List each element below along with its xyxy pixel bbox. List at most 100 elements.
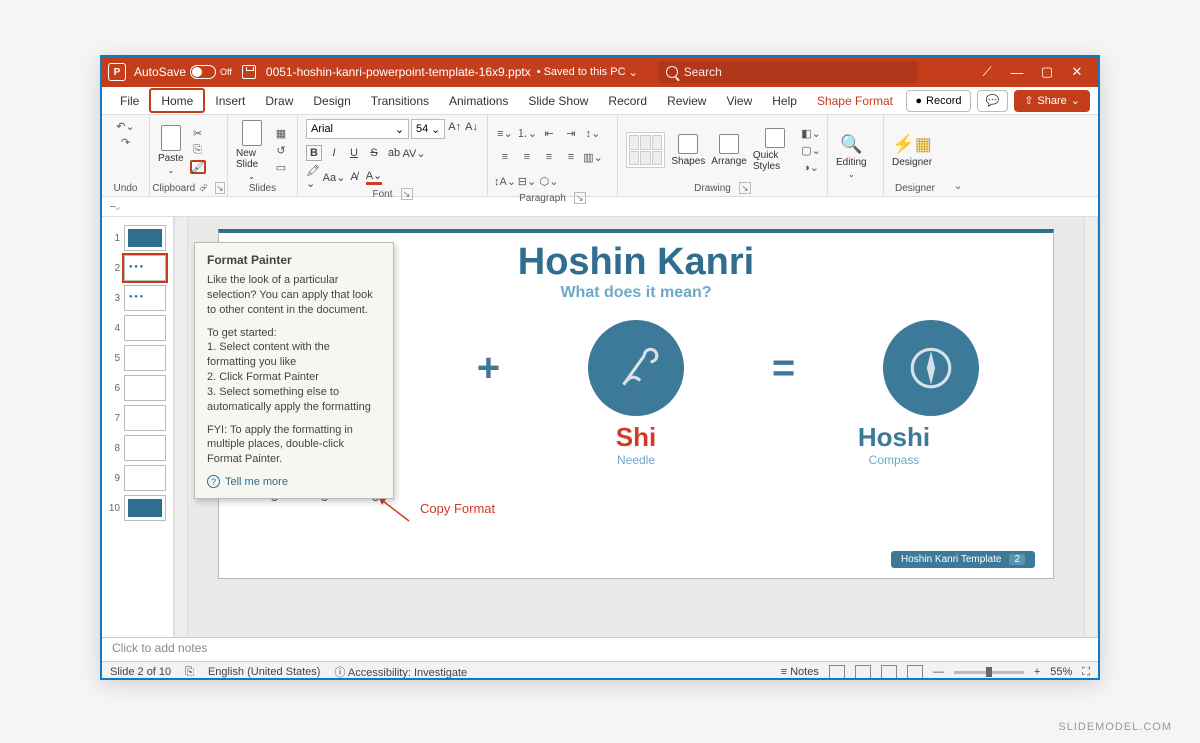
collapse-ribbon-icon[interactable]: ⌄ bbox=[946, 115, 970, 196]
designer-button[interactable]: ⚡▦Designer bbox=[892, 134, 932, 168]
thumbnail-1[interactable] bbox=[124, 225, 166, 251]
copy-icon[interactable]: ⎘ bbox=[190, 143, 206, 157]
indent-dec-icon[interactable]: ⇤ bbox=[540, 126, 558, 140]
strike-button[interactable]: S bbox=[366, 145, 382, 161]
slideshow-view-icon[interactable] bbox=[907, 665, 923, 679]
fit-window-icon[interactable]: ⛶ bbox=[1082, 666, 1090, 679]
label-hoshi[interactable]: Hoshi bbox=[834, 422, 954, 453]
label-shi[interactable]: Shi bbox=[576, 422, 696, 453]
autosave-toggle[interactable]: AutoSave Off bbox=[134, 65, 232, 79]
share-button[interactable]: ⇧ Share ⌄ bbox=[1014, 90, 1090, 112]
font-color-button[interactable]: A⌄ bbox=[366, 169, 382, 185]
thumbnail-8[interactable] bbox=[124, 435, 166, 461]
thumbnail-9[interactable] bbox=[124, 465, 166, 491]
label-hoshi-sub[interactable]: Compass bbox=[834, 453, 954, 467]
shapes-button[interactable]: Shapes bbox=[671, 134, 705, 167]
editing-button[interactable]: 🔍Editing⌄ bbox=[836, 134, 867, 179]
accessibility-status[interactable]: ⓘ Accessibility: Investigate bbox=[334, 664, 467, 680]
save-status[interactable]: • Saved to this PC ⌄ bbox=[537, 66, 638, 79]
language-status[interactable]: English (United States) bbox=[208, 666, 321, 678]
increase-font-icon[interactable]: A↑ bbox=[447, 119, 462, 135]
arrange-button[interactable]: Arrange bbox=[711, 134, 747, 167]
thumbnail-scrollbar[interactable] bbox=[174, 217, 188, 637]
line-spacing-icon[interactable]: ↕⌄ bbox=[584, 126, 602, 140]
align-center-icon[interactable]: ≡ bbox=[518, 150, 536, 164]
thumbnail-3[interactable] bbox=[124, 285, 166, 311]
reset-icon[interactable]: ↺ bbox=[273, 144, 289, 158]
label-shi-sub[interactable]: Needle bbox=[576, 453, 696, 467]
tab-shape-format[interactable]: Shape Format bbox=[807, 87, 903, 114]
quick-styles-button[interactable]: Quick Styles bbox=[753, 128, 797, 172]
tell-me-more-link[interactable]: ?Tell me more bbox=[207, 475, 381, 488]
dialog-launcher-icon[interactable]: ↘ bbox=[215, 182, 225, 194]
record-button[interactable]: ● Record bbox=[906, 90, 970, 112]
shadow-button[interactable]: ab bbox=[386, 145, 402, 161]
normal-view-icon[interactable] bbox=[829, 665, 845, 679]
tab-design[interactable]: Design bbox=[303, 87, 360, 114]
columns-icon[interactable]: ▥⌄ bbox=[584, 150, 602, 164]
notes-toggle[interactable]: ≡ Notes bbox=[781, 666, 819, 678]
italic-button[interactable]: I bbox=[326, 145, 342, 161]
align-left-icon[interactable]: ≡ bbox=[496, 150, 514, 164]
spellcheck-icon[interactable]: ⎘ bbox=[185, 666, 194, 679]
tab-review[interactable]: Review bbox=[657, 87, 716, 114]
paste-button[interactable]: Paste⌄ bbox=[158, 125, 184, 175]
sorter-view-icon[interactable] bbox=[855, 665, 871, 679]
search-input[interactable]: Search bbox=[658, 61, 918, 83]
thumbnail-5[interactable] bbox=[124, 345, 166, 371]
tab-animations[interactable]: Animations bbox=[439, 87, 518, 114]
thumbnail-4[interactable] bbox=[124, 315, 166, 341]
bold-button[interactable]: B bbox=[306, 145, 322, 161]
qat-customize-icon[interactable]: ⎯⌄ bbox=[110, 201, 120, 212]
canvas-scrollbar[interactable] bbox=[1084, 217, 1098, 637]
text-direction-icon[interactable]: ↕A⌄ bbox=[496, 174, 514, 188]
thumbnail-6[interactable] bbox=[124, 375, 166, 401]
clear-format-button[interactable]: A̸ bbox=[346, 169, 362, 185]
tab-draw[interactable]: Draw bbox=[255, 87, 303, 114]
tab-home[interactable]: Home bbox=[149, 88, 205, 113]
thumbnail-2[interactable] bbox=[124, 255, 166, 281]
cut-icon[interactable]: ✂ bbox=[190, 126, 206, 140]
tab-record[interactable]: Record bbox=[598, 87, 657, 114]
numbering-icon[interactable]: ⒈⌄ bbox=[518, 126, 536, 140]
justify-icon[interactable]: ≡ bbox=[562, 150, 580, 164]
slide-counter[interactable]: Slide 2 of 10 bbox=[110, 666, 171, 678]
tab-insert[interactable]: Insert bbox=[205, 87, 255, 114]
zoom-out-button[interactable]: — bbox=[933, 666, 944, 678]
dialog-launcher-icon[interactable]: ↘ bbox=[574, 192, 586, 204]
redo-icon[interactable]: ↷ bbox=[118, 135, 134, 149]
ribbon-mode-icon[interactable]: ⟋ bbox=[972, 57, 1002, 87]
font-size-select[interactable]: 54⌄ bbox=[411, 119, 445, 139]
layout-icon[interactable]: ▦ bbox=[273, 127, 289, 141]
zoom-in-button[interactable]: + bbox=[1034, 666, 1040, 678]
new-slide-button[interactable]: New Slide⌄ bbox=[236, 120, 267, 181]
save-icon[interactable] bbox=[242, 65, 256, 79]
case-button[interactable]: Aa⌄ bbox=[326, 169, 342, 185]
shape-outline-icon[interactable]: ▢⌄ bbox=[803, 143, 819, 157]
minimize-button[interactable]: — bbox=[1002, 57, 1032, 87]
zoom-slider[interactable] bbox=[954, 671, 1024, 674]
tab-file[interactable]: File bbox=[110, 87, 149, 114]
tab-view[interactable]: View bbox=[716, 87, 762, 114]
align-text-icon[interactable]: ⊟⌄ bbox=[518, 174, 536, 188]
spacing-button[interactable]: AV⌄ bbox=[406, 145, 422, 161]
shape-effects-icon[interactable]: ◑⌄ bbox=[803, 160, 819, 174]
tab-transitions[interactable]: Transitions bbox=[361, 87, 439, 114]
align-right-icon[interactable]: ≡ bbox=[540, 150, 558, 164]
undo-icon[interactable]: ↶⌄ bbox=[118, 119, 134, 133]
thumbnail-10[interactable] bbox=[124, 495, 166, 521]
section-icon[interactable]: ▭ bbox=[273, 161, 289, 175]
bullets-icon[interactable]: ≡⌄ bbox=[496, 126, 514, 140]
shape-fill-icon[interactable]: ◧⌄ bbox=[803, 126, 819, 140]
reading-view-icon[interactable] bbox=[881, 665, 897, 679]
close-button[interactable]: ✕ bbox=[1062, 57, 1092, 87]
comments-button[interactable]: 💬 bbox=[977, 90, 1009, 112]
decrease-font-icon[interactable]: A↓ bbox=[464, 119, 479, 135]
highlight-button[interactable]: 🖍⌄ bbox=[306, 169, 322, 185]
notes-pane[interactable]: Click to add notes bbox=[102, 637, 1098, 661]
zoom-level[interactable]: 55% bbox=[1050, 666, 1072, 678]
tab-slideshow[interactable]: Slide Show bbox=[518, 87, 598, 114]
circle-needle-icon[interactable] bbox=[588, 320, 684, 416]
circle-compass-icon[interactable] bbox=[883, 320, 979, 416]
tab-help[interactable]: Help bbox=[762, 87, 807, 114]
